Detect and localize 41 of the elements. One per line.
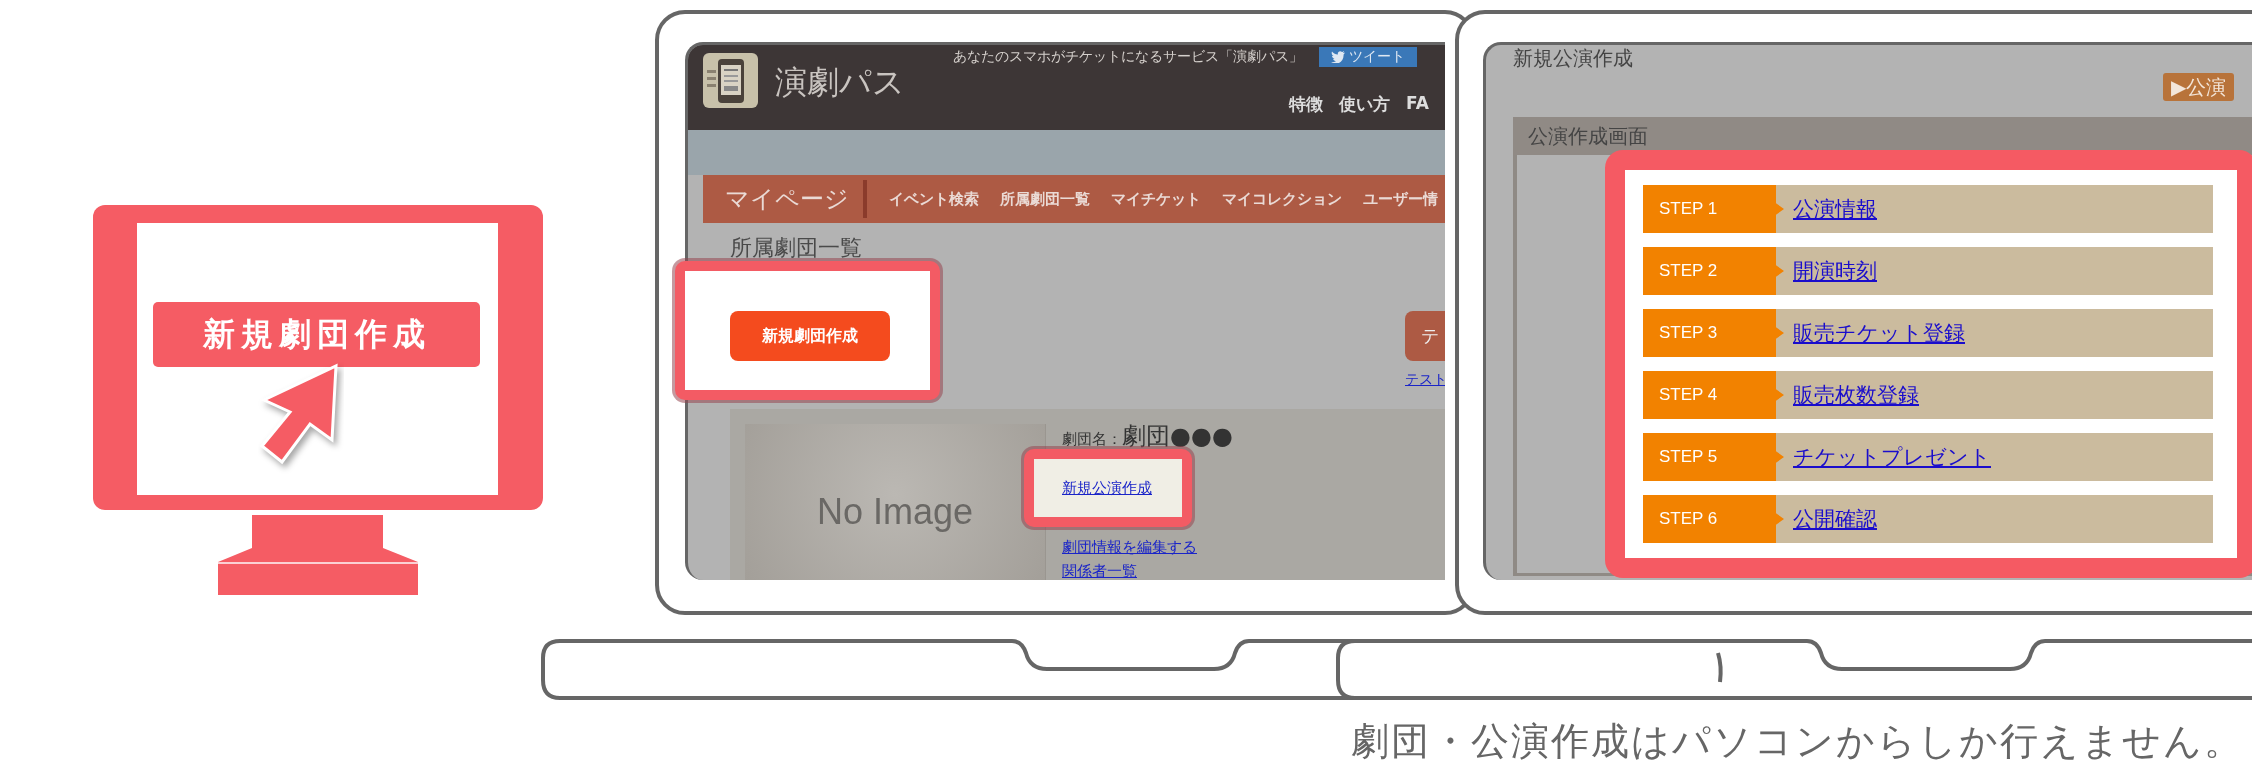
step-link[interactable]: チケットプレゼント: [1793, 443, 1991, 471]
side-button[interactable]: テ: [1405, 311, 1445, 361]
step-link[interactable]: 公開確認: [1793, 505, 1877, 533]
menu-item[interactable]: マイチケット: [1111, 189, 1201, 209]
troupe-link[interactable]: 新規公演作成: [1062, 479, 1152, 497]
step-label: STEP 6: [1643, 495, 1784, 543]
troupe-link[interactable]: 劇団情報を編集する: [1062, 538, 1197, 556]
menu-item[interactable]: マイコレクション: [1222, 189, 1342, 209]
step-label: STEP 4: [1643, 371, 1784, 419]
troupe-link[interactable]: 関係者一覧: [1062, 562, 1137, 580]
panel-title: 公演作成画面: [1528, 122, 1648, 150]
site-title: 演劇パス: [775, 62, 905, 103]
side-link[interactable]: テスト: [1405, 371, 1445, 389]
menu-item[interactable]: 所属劇団一覧: [1000, 189, 1090, 209]
header-nav-link[interactable]: 特徴: [1289, 93, 1323, 116]
step-label: STEP 2: [1643, 247, 1784, 295]
step-link[interactable]: 公演情報: [1793, 195, 1877, 223]
header-nav-link[interactable]: 使い方: [1339, 93, 1390, 116]
no-image-label: No Image: [816, 491, 974, 533]
step-label: STEP 1: [1643, 185, 1784, 233]
step-link[interactable]: 販売枚数登録: [1793, 381, 1919, 409]
page-heading: 所属劇団一覧: [730, 235, 862, 261]
create-troupe-button[interactable]: 新規劇団作成: [730, 311, 890, 361]
monitor-label: 新規劇団作成: [153, 302, 480, 367]
ticket-phone-logo-icon: [703, 53, 758, 108]
menu-item[interactable]: ユーザー情: [1363, 189, 1438, 209]
action-button[interactable]: ▶公演: [2163, 73, 2235, 101]
header-nav-link[interactable]: FA: [1406, 93, 1429, 116]
step-link[interactable]: 販売チケット登録: [1793, 319, 1965, 347]
step-link[interactable]: 開演時刻: [1793, 257, 1877, 285]
step-label: STEP 5: [1643, 433, 1784, 481]
screen-title: 新規公演作成: [1513, 45, 1633, 71]
step-label: STEP 3: [1643, 309, 1784, 357]
tagline: あなたのスマホがチケットになるサービス「演劇パス」: [953, 48, 1303, 66]
caption: 劇団・公演作成はパソコンからしか行えません。: [1351, 718, 2244, 765]
troupe-name-label: 劇団名：: [1062, 432, 1122, 447]
bird-icon: [1331, 51, 1345, 63]
menu-title[interactable]: マイページ: [703, 183, 863, 215]
tweet-button[interactable]: ツイート: [1319, 47, 1417, 67]
troupe-name: 劇団●●●: [1122, 424, 1233, 448]
menu-item[interactable]: イベント検索: [889, 189, 979, 209]
